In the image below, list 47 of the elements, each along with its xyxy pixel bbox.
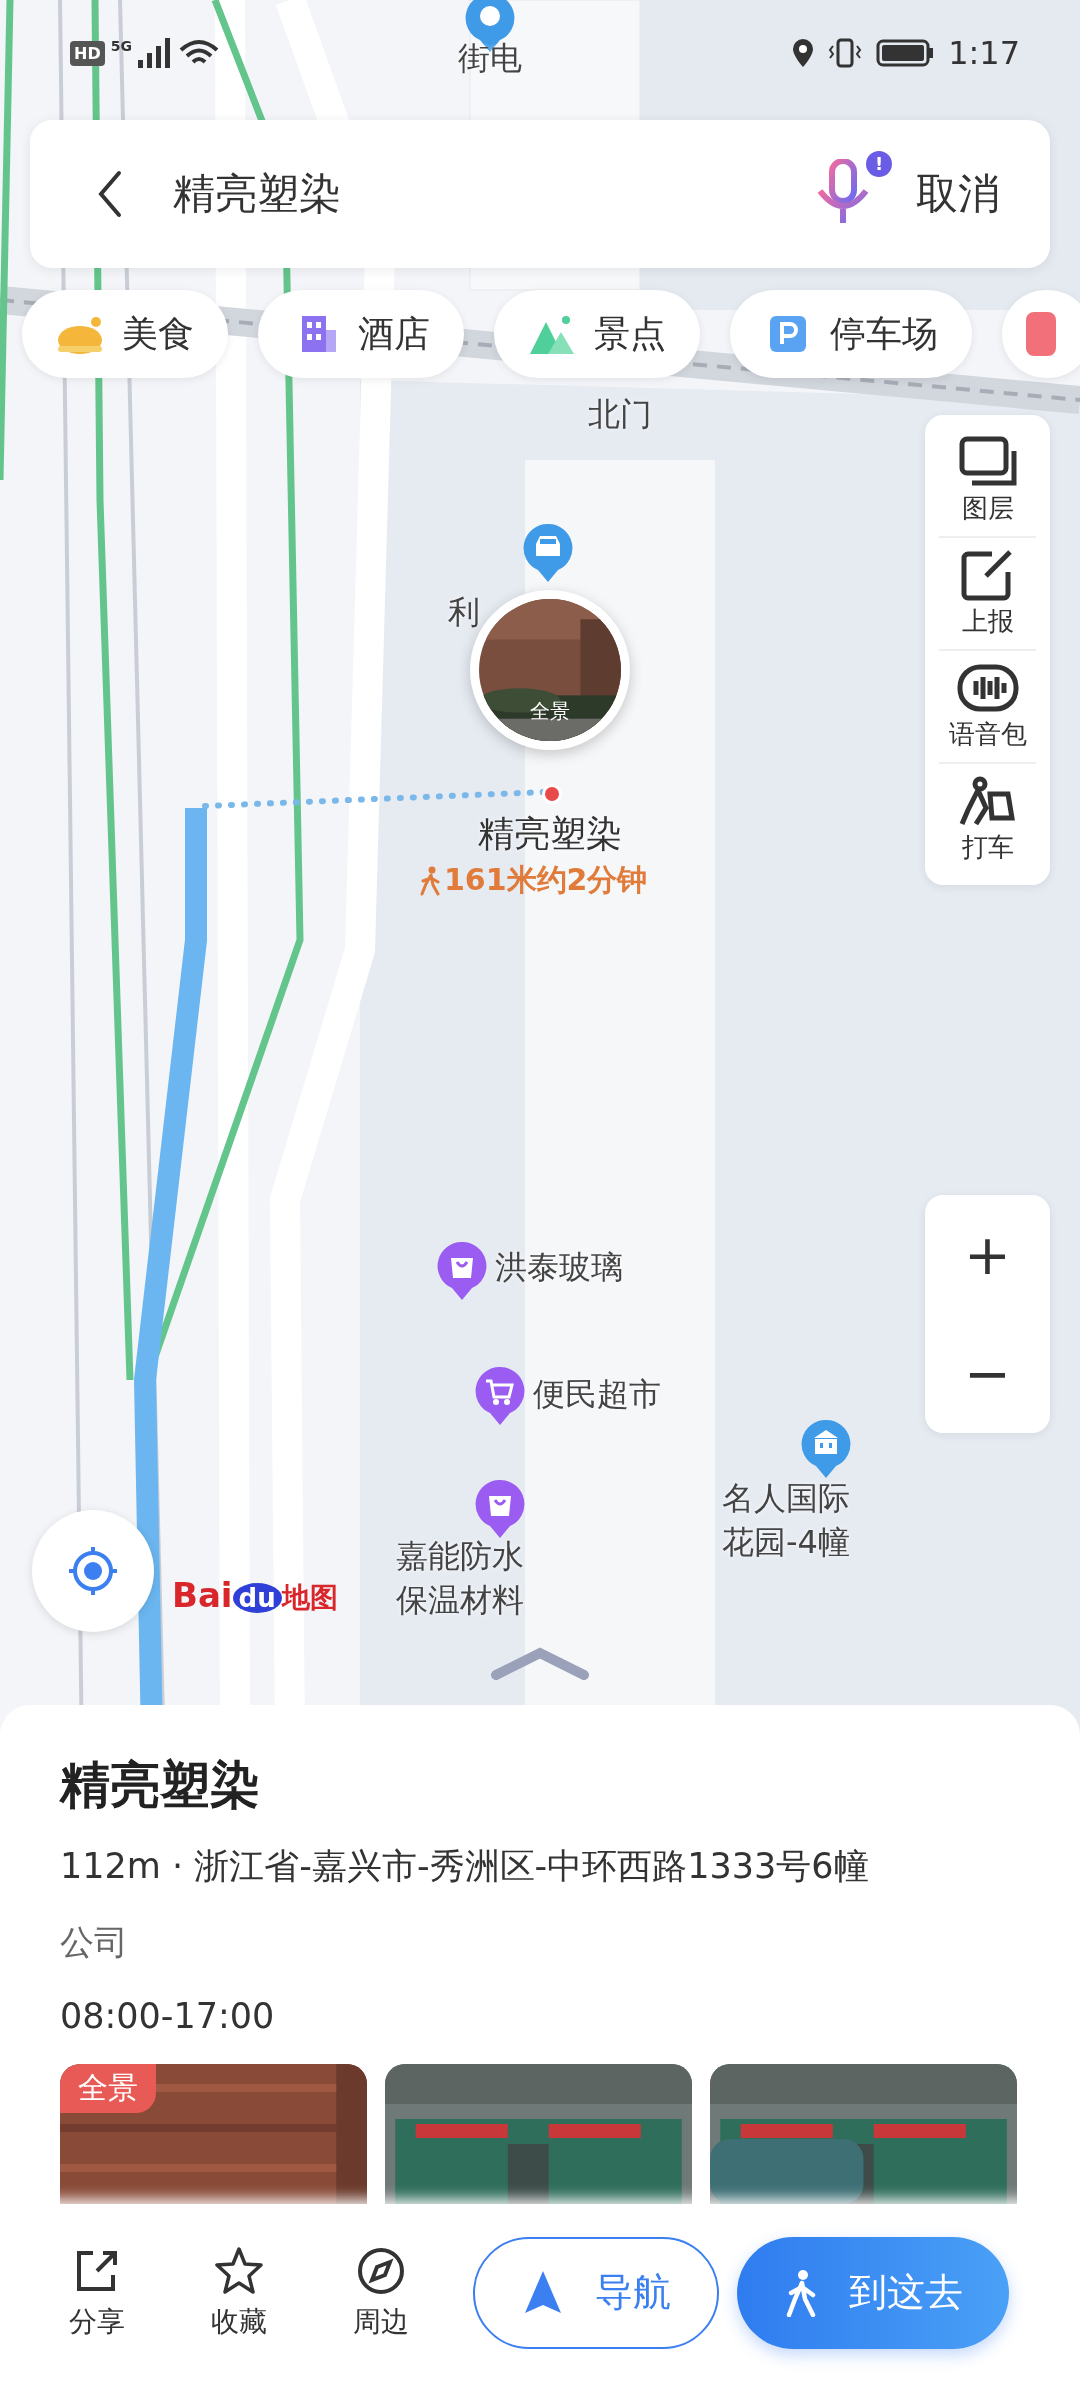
action-button[interactable]: 周边 bbox=[321, 2244, 441, 2341]
action-button[interactable]: 收藏 bbox=[179, 2244, 299, 2341]
category-chip[interactable]: 停车场 bbox=[730, 290, 972, 378]
category-chip[interactable]: 美食 bbox=[22, 290, 228, 378]
walking-icon bbox=[420, 865, 440, 896]
tool-button[interactable]: 图层 bbox=[939, 425, 1036, 538]
place-name: 精亮塑染 bbox=[477, 812, 623, 856]
map-pin-icon[interactable] bbox=[474, 1365, 526, 1427]
zoom-out-button[interactable]: − bbox=[925, 1314, 1050, 1433]
place-title: 精亮塑染 bbox=[60, 1755, 261, 1816]
map-label: 洪泰玻璃 bbox=[495, 1247, 623, 1288]
map-label: 街电 bbox=[457, 38, 523, 79]
panorama-label: 全景 bbox=[530, 698, 570, 725]
action-button[interactable]: 分享 bbox=[37, 2244, 157, 2341]
tool-button[interactable]: 打车 bbox=[939, 764, 1036, 875]
tool-button[interactable]: 语音包 bbox=[939, 651, 1036, 764]
search-bar[interactable]: 精亮塑染 ! 取消 bbox=[30, 120, 1050, 268]
cancel-button[interactable]: 取消 bbox=[916, 166, 1000, 222]
map-logo: Bai du 地图 bbox=[172, 1575, 338, 1617]
zoom-in-button[interactable]: + bbox=[925, 1195, 1050, 1314]
category-icon bbox=[1026, 312, 1056, 356]
walk-distance: 161米约2分钟 bbox=[444, 861, 648, 899]
map-label: 嘉能防水保温材料 bbox=[395, 1536, 525, 1621]
place-address: 112m · 浙江省-嘉兴市-秀洲区-中环西路1333号6幢 bbox=[60, 1845, 870, 1888]
notification-badge: ! bbox=[866, 151, 892, 177]
chevron-up-icon[interactable] bbox=[490, 1645, 590, 1681]
battery-icon bbox=[876, 39, 935, 67]
action-icon bbox=[213, 2244, 265, 2297]
map-pin-icon[interactable] bbox=[474, 1478, 526, 1540]
navigate-button[interactable]: 导航 bbox=[473, 2236, 719, 2349]
place-category: 公司 bbox=[60, 1921, 129, 1964]
map-label: 名人国际花园-4幢 bbox=[721, 1478, 851, 1563]
map-pin-icon[interactable] bbox=[436, 1240, 488, 1302]
tool-button[interactable]: 上报 bbox=[939, 538, 1036, 651]
category-chip[interactable]: 景点 bbox=[494, 290, 700, 378]
hd-icon: HD bbox=[70, 40, 105, 66]
vibrate-icon bbox=[828, 38, 863, 68]
map-label: 便民超市 bbox=[533, 1374, 661, 1415]
search-field[interactable]: 精亮塑染 bbox=[173, 166, 812, 222]
category-chip[interactable]: 酒店 bbox=[258, 290, 464, 378]
signal-icon bbox=[137, 38, 172, 68]
location-icon bbox=[792, 38, 815, 68]
opening-hours: 08:00-17:00 bbox=[60, 1996, 276, 2036]
map-label: 北门 bbox=[587, 394, 653, 435]
status-time: 1:17 bbox=[948, 34, 1020, 72]
network-label: 5G bbox=[110, 38, 132, 54]
panorama-tag: 全景 bbox=[60, 2064, 156, 2113]
